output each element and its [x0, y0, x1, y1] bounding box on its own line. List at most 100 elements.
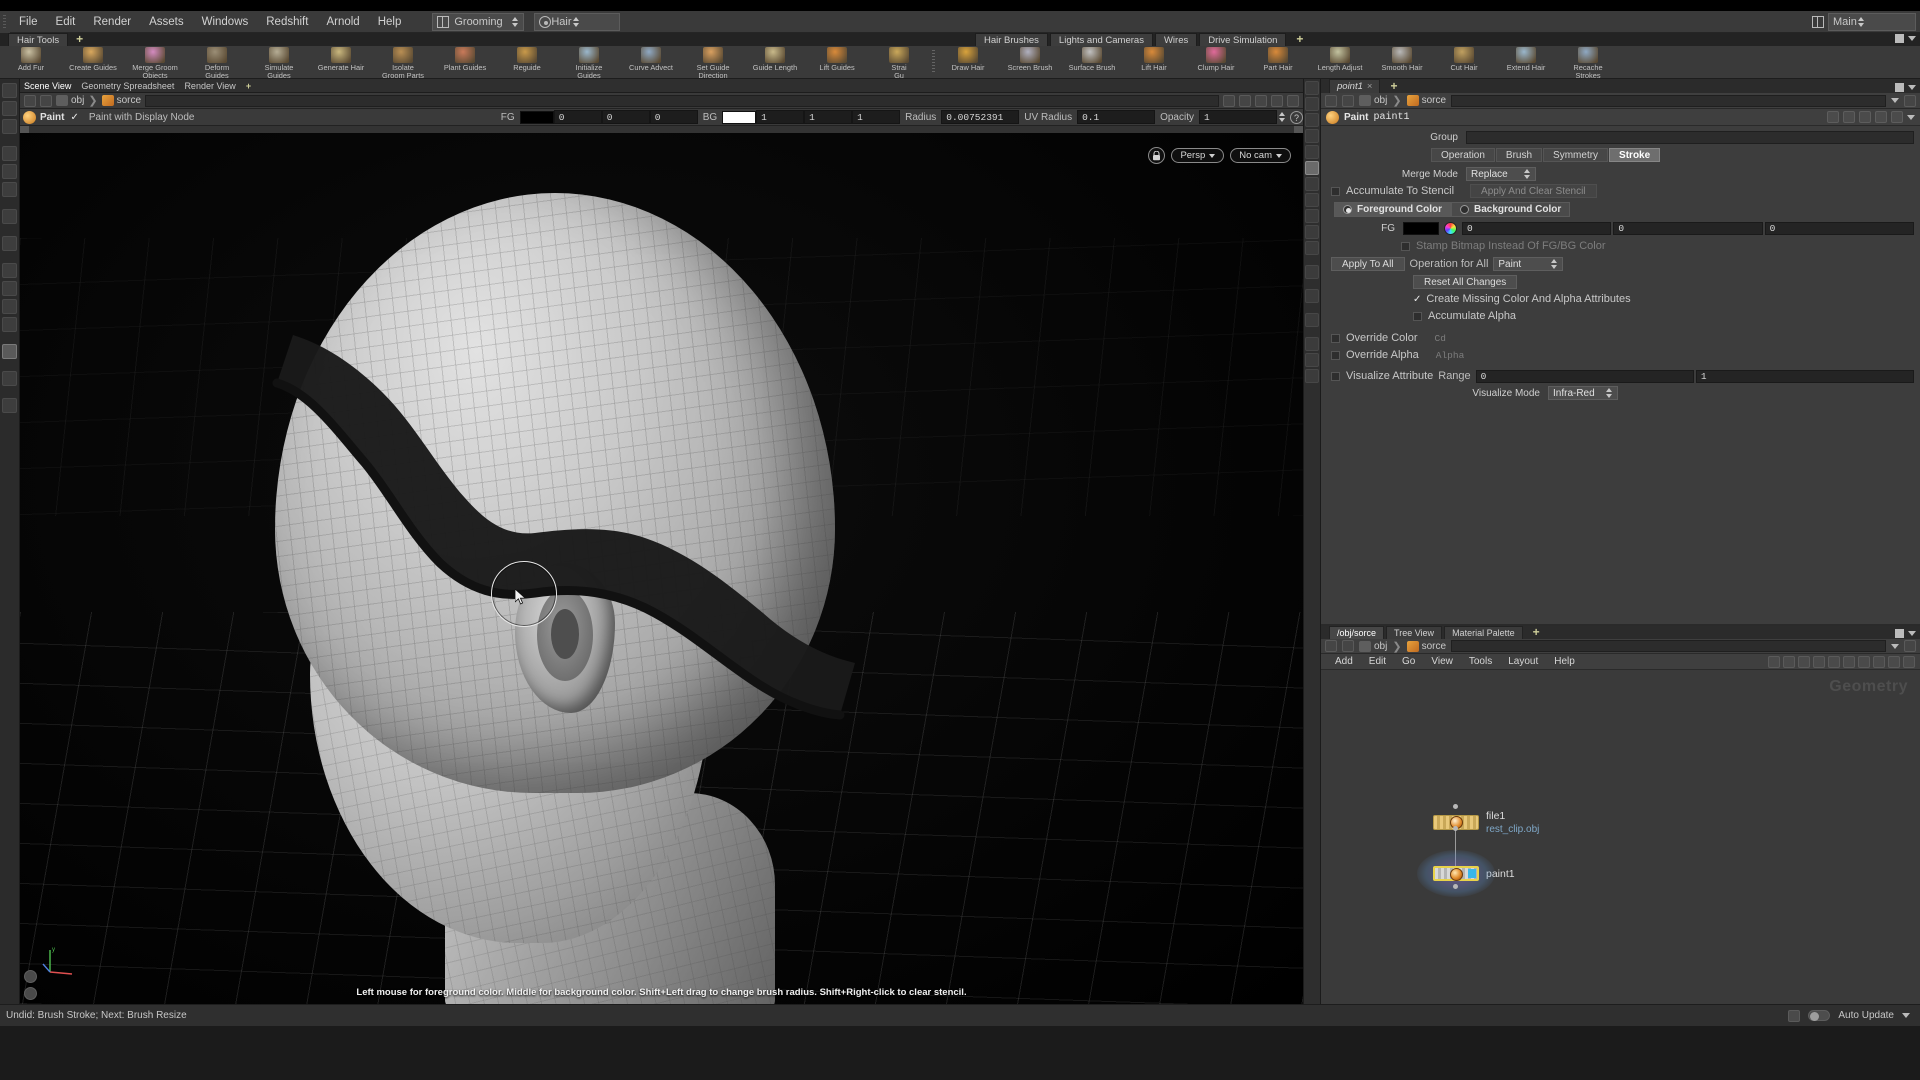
network-path-chevron-icon[interactable]	[1891, 643, 1899, 649]
desktop-selector[interactable]: Grooming	[432, 12, 525, 31]
comb-icon[interactable]	[2, 317, 17, 332]
auto-update-toggle[interactable]	[1808, 1010, 1831, 1021]
shelf-add-tab-button-secondary[interactable]: +	[1288, 33, 1311, 46]
network-breadcrumb-obj[interactable]: obj	[1359, 640, 1387, 652]
menu-edit[interactable]: Edit	[47, 11, 85, 33]
tab-scene-view[interactable]: Scene View	[24, 81, 71, 91]
context-spinner-icon[interactable]	[572, 15, 581, 29]
fg-color-swatch[interactable]	[519, 110, 554, 124]
shelf-tool-generate[interactable]: Generate Hair	[310, 46, 372, 72]
visualize-mode-spinner-icon[interactable]	[1604, 386, 1613, 400]
node-keyframe-icon[interactable]	[1843, 111, 1855, 123]
shelf-tool-lift[interactable]: Lift Guides	[806, 46, 868, 72]
forward-arrow-icon[interactable]	[40, 94, 52, 107]
grid-icon[interactable]	[1305, 265, 1319, 279]
main-spinner-icon[interactable]	[1857, 15, 1866, 29]
shelf-tool-recache[interactable]: Recache Strokes	[1557, 46, 1619, 78]
snap-icon[interactable]	[24, 970, 37, 983]
override-color-value[interactable]: Cd	[1429, 331, 1914, 345]
viewport-add-tab-button[interactable]: +	[246, 81, 251, 91]
parameter-forward-arrow-icon[interactable]	[1342, 94, 1354, 107]
bg-r-field[interactable]: 1	[756, 110, 805, 124]
menu-help[interactable]: Help	[369, 11, 411, 33]
view-icon[interactable]	[2, 119, 17, 134]
parameter-path-chevron-icon[interactable]	[1891, 98, 1899, 103]
parameter-path-input[interactable]	[1451, 94, 1886, 107]
fg-g-field[interactable]: 0	[601, 110, 650, 124]
menu-assets[interactable]: Assets	[140, 11, 193, 33]
menu-grip[interactable]	[0, 10, 10, 33]
parameter-tab-point1[interactable]: point1 ×	[1329, 79, 1381, 93]
shelf-tab-wires[interactable]: Wires	[1154, 33, 1198, 46]
target-icon[interactable]	[1239, 94, 1251, 107]
select-icon[interactable]	[2, 83, 17, 98]
node-search-icon[interactable]	[1875, 111, 1887, 123]
shelf-tool-screen-brush[interactable]: Screen Brush	[999, 46, 1061, 72]
node-name-field[interactable]: paint1	[1373, 112, 1409, 123]
group-input[interactable]	[1466, 130, 1914, 144]
box-view-icon[interactable]	[1828, 655, 1840, 668]
frame-icon[interactable]	[1305, 337, 1319, 351]
tab-render-view[interactable]: Render View	[184, 81, 235, 91]
param-fg-b-field[interactable]: 0	[1764, 222, 1914, 235]
shelf-tool-plant[interactable]: Plant Guides	[434, 46, 496, 72]
help-icon[interactable]: ?	[1290, 110, 1303, 124]
pose-icon[interactable]	[2, 209, 17, 224]
node-gear-icon[interactable]	[1859, 111, 1871, 123]
override-color-checkbox[interactable]	[1331, 333, 1340, 343]
move-icon[interactable]	[2, 146, 17, 161]
file1-input-dot[interactable]	[1453, 826, 1458, 831]
merge-mode-combo[interactable]: Replace	[1466, 167, 1536, 181]
shelf-tool-lift-hair[interactable]: Lift Hair	[1123, 46, 1185, 72]
status-network-icon[interactable]	[1788, 1009, 1801, 1022]
shelf-tool-length[interactable]: Guide Length	[744, 46, 806, 72]
node-chevron-down-icon[interactable]	[1907, 114, 1915, 120]
operation-for-all-spinner-icon[interactable]	[1549, 257, 1558, 271]
shelf-tool-direction[interactable]: Set Guide Direction	[682, 46, 744, 78]
scale-icon[interactable]	[2, 182, 17, 197]
pin-icon[interactable]	[1223, 94, 1235, 107]
node-help-icon[interactable]	[1891, 111, 1903, 123]
network-menu-edit[interactable]: Edit	[1361, 654, 1394, 670]
grid-view-icon[interactable]	[1798, 655, 1810, 668]
light-icon[interactable]	[1305, 177, 1319, 191]
network-menu-view[interactable]: View	[1423, 654, 1461, 670]
soft-select-icon[interactable]	[2, 236, 17, 251]
network-add-tab-button[interactable]: +	[1525, 626, 1548, 639]
x-ray-icon[interactable]	[1305, 129, 1319, 143]
breadcrumb-sorce[interactable]: sorce	[101, 95, 141, 106]
shelf-tool-extend-hair[interactable]: Extend Hair	[1495, 46, 1557, 72]
menu-redshift[interactable]: Redshift	[257, 11, 317, 33]
shelf-tool-sphere[interactable]: Add Fur	[0, 46, 62, 72]
network-chevron-down-icon[interactable]	[1908, 631, 1916, 636]
table-view-icon[interactable]	[1813, 655, 1825, 668]
display-options-icon[interactable]	[1305, 81, 1319, 95]
shelf-tool-merge[interactable]: Merge Groom Objects	[124, 46, 186, 78]
shelf-tool-smooth-hair[interactable]: Smooth Hair	[1371, 46, 1433, 72]
network-tab-obj-sorce[interactable]: /obj/sorce	[1329, 626, 1385, 639]
back-arrow-icon[interactable]	[24, 94, 36, 107]
paint1-display-flag[interactable]	[1468, 869, 1476, 878]
shelf-tool-reguide[interactable]: Reguide	[496, 46, 558, 72]
range-min-field[interactable]: 0	[1475, 369, 1694, 383]
display-options-icon[interactable]	[1255, 94, 1267, 107]
accumulate-stencil-checkbox[interactable]	[1331, 186, 1340, 196]
bg-b-field[interactable]: 1	[852, 110, 901, 124]
shelf-tab-hair-brushes[interactable]: Hair Brushes	[975, 33, 1048, 46]
close-icon[interactable]: ×	[1367, 81, 1373, 92]
network-menu-layout[interactable]: Layout	[1500, 654, 1546, 670]
bounds-icon[interactable]	[1305, 353, 1319, 367]
fg-b-field[interactable]: 0	[649, 110, 698, 124]
node-paint1[interactable]: paint1	[1417, 850, 1515, 897]
sculpt-icon[interactable]	[2, 281, 17, 296]
list-view-icon[interactable]	[1783, 655, 1795, 668]
network-menu-tools[interactable]: Tools	[1461, 654, 1500, 670]
render-flag-icon[interactable]	[1271, 94, 1283, 107]
apply-to-all-button[interactable]: Apply To All	[1331, 257, 1405, 271]
visualize-attribute-checkbox[interactable]	[1331, 371, 1340, 381]
file1-output-dot[interactable]	[1453, 804, 1458, 809]
snapshot2-icon[interactable]	[1305, 241, 1319, 255]
shelf-tool-guides[interactable]: Create Guides	[62, 46, 124, 72]
node-file1[interactable]: file1 rest_clip.obj	[1433, 804, 1539, 835]
param-fg-swatch[interactable]	[1403, 222, 1439, 235]
